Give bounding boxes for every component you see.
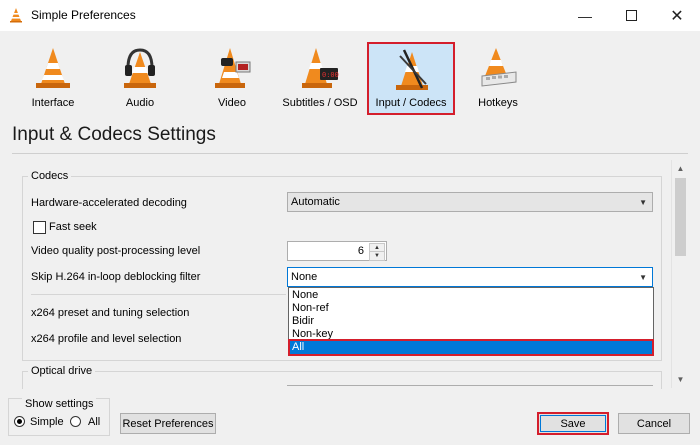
skip-h264-dropdown-list[interactable]: None Non-ref Bidir Non-key All: [288, 287, 654, 356]
page-title: Input & Codecs Settings: [12, 124, 216, 145]
pp-level-label: Video quality post-processing level: [31, 245, 201, 257]
optical-drive-field-edge: [287, 385, 653, 386]
category-audio[interactable]: Audio: [97, 42, 183, 112]
close-button[interactable]: ✕: [654, 0, 700, 31]
minimize-button[interactable]: —: [562, 0, 608, 31]
cone-cables-icon: [396, 49, 428, 90]
scroll-down-icon[interactable]: ▼: [672, 371, 689, 388]
cone-keyboard-icon: [481, 48, 517, 87]
all-radio[interactable]: [70, 416, 81, 427]
dropdown-option-all[interactable]: All: [288, 339, 654, 356]
dropdown-option-none[interactable]: None: [290, 289, 652, 302]
category-label: Video: [218, 97, 246, 109]
x264-profile-label: x264 profile and level selection: [31, 333, 182, 345]
category-interface[interactable]: Interface: [10, 42, 96, 112]
category-video[interactable]: Video: [189, 42, 275, 112]
headphones-cone-icon: [124, 48, 156, 88]
cone-clock-icon: 0:00: [302, 48, 339, 88]
category-hotkeys[interactable]: Hotkeys: [455, 42, 541, 112]
codecs-group-title: Codecs: [28, 170, 72, 182]
category-subtitles-osd[interactable]: 0:00 Subtitles / OSD: [277, 42, 363, 112]
save-button[interactable]: Save: [537, 412, 609, 435]
vertical-scrollbar[interactable]: ▲ ▼: [671, 160, 689, 388]
cone-glasses-icon: [215, 48, 251, 88]
skip-h264-combo[interactable]: None ▼: [287, 267, 653, 287]
divider: [31, 294, 286, 295]
category-label: Interface: [31, 97, 75, 109]
hw-decoding-label: Hardware-accelerated decoding: [31, 197, 187, 209]
skip-h264-value: None: [291, 271, 318, 283]
window-title: Simple Preferences: [31, 8, 136, 22]
svg-text:0:00: 0:00: [322, 71, 339, 79]
pp-level-value: 6: [357, 245, 364, 257]
dropdown-option-bidir[interactable]: Bidir: [290, 315, 652, 328]
all-radio-label: All: [88, 416, 101, 428]
chevron-down-icon: ▼: [639, 273, 647, 282]
category-label: Hotkeys: [478, 97, 518, 109]
fast-seek-checkbox[interactable]: [33, 221, 46, 234]
reset-preferences-button[interactable]: Reset Preferences: [120, 413, 216, 434]
spin-down-icon[interactable]: ▼: [369, 251, 385, 261]
x264-preset-label: x264 preset and tuning selection: [31, 307, 190, 319]
dropdown-option-non-ref[interactable]: Non-ref: [290, 302, 652, 315]
hw-decoding-value: Automatic: [291, 196, 340, 208]
cone-icon: [36, 48, 70, 88]
scroll-up-icon[interactable]: ▲: [672, 160, 689, 177]
chevron-down-icon: ▼: [639, 198, 647, 207]
optical-drive-group: [22, 371, 662, 389]
scrollbar-thumb[interactable]: [675, 178, 686, 256]
divider: [12, 153, 688, 154]
minimize-icon: —: [578, 7, 592, 24]
pp-level-spinbox[interactable]: 6 ▲ ▼: [287, 241, 387, 261]
category-input-codecs[interactable]: Input / Codecs: [367, 42, 455, 115]
fast-seek-label: Fast seek: [49, 221, 97, 233]
hw-decoding-combo[interactable]: Automatic ▼: [287, 192, 653, 212]
show-settings-label: Show settings: [22, 398, 97, 410]
category-label: Input / Codecs: [375, 97, 447, 109]
maximize-icon: [625, 10, 637, 21]
simple-radio-label: Simple: [30, 416, 64, 428]
cancel-button[interactable]: Cancel: [618, 413, 690, 434]
maximize-button[interactable]: [608, 0, 654, 31]
vlc-cone-icon: [10, 8, 22, 23]
category-label: Audio: [125, 97, 155, 109]
dropdown-option-non-key[interactable]: Non-key: [290, 328, 652, 341]
category-label: Subtitles / OSD: [282, 97, 358, 109]
skip-h264-label: Skip H.264 in-loop deblocking filter: [31, 271, 201, 283]
optical-drive-group-title: Optical drive: [28, 365, 96, 377]
simple-radio[interactable]: [14, 416, 25, 427]
close-icon: ✕: [670, 7, 684, 25]
